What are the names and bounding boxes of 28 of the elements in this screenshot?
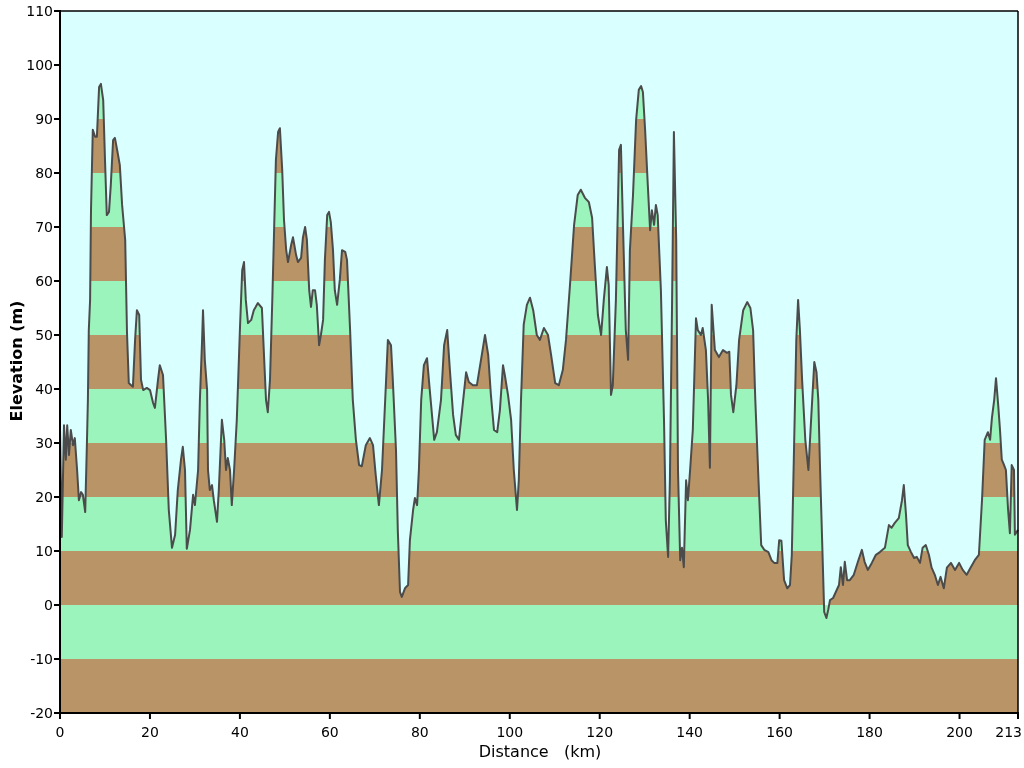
y-tick-label: 40 <box>35 381 53 397</box>
x-tick-label: 160 <box>766 724 793 740</box>
y-tick-label: 30 <box>35 435 53 451</box>
x-tick-label: 200 <box>946 724 973 740</box>
x-tick-label: 100 <box>496 724 524 740</box>
y-tick-label: -20 <box>30 705 53 721</box>
y-tick-label: 90 <box>35 111 53 127</box>
x-tick-label: 180 <box>856 724 883 740</box>
y-tick-label: 70 <box>35 219 53 235</box>
x-tick-label: 213 <box>995 724 1022 740</box>
y-tick-label: -10 <box>30 651 53 667</box>
y-tick-label: 50 <box>35 327 53 343</box>
x-tick-label: 60 <box>320 724 339 740</box>
y-tick-label: 100 <box>26 57 53 73</box>
x-tick-label: 0 <box>55 724 65 740</box>
x-tick-label: 120 <box>586 724 614 740</box>
y-tick-label: 0 <box>44 597 53 613</box>
x-tick-label: 140 <box>676 724 704 740</box>
y-tick-label: 20 <box>35 489 53 505</box>
x-tick-label: 20 <box>141 724 159 740</box>
x-tick-label: 80 <box>410 724 429 740</box>
x-axis-title: Distance (km) <box>478 742 602 761</box>
x-tick-label: 40 <box>231 724 249 740</box>
y-tick-label: 80 <box>35 165 53 181</box>
y-tick-label: 10 <box>35 543 53 559</box>
y-tick-label: 110 <box>26 3 53 19</box>
y-axis-title: Elevation (m) <box>7 300 26 422</box>
y-tick-label: 60 <box>35 273 53 289</box>
